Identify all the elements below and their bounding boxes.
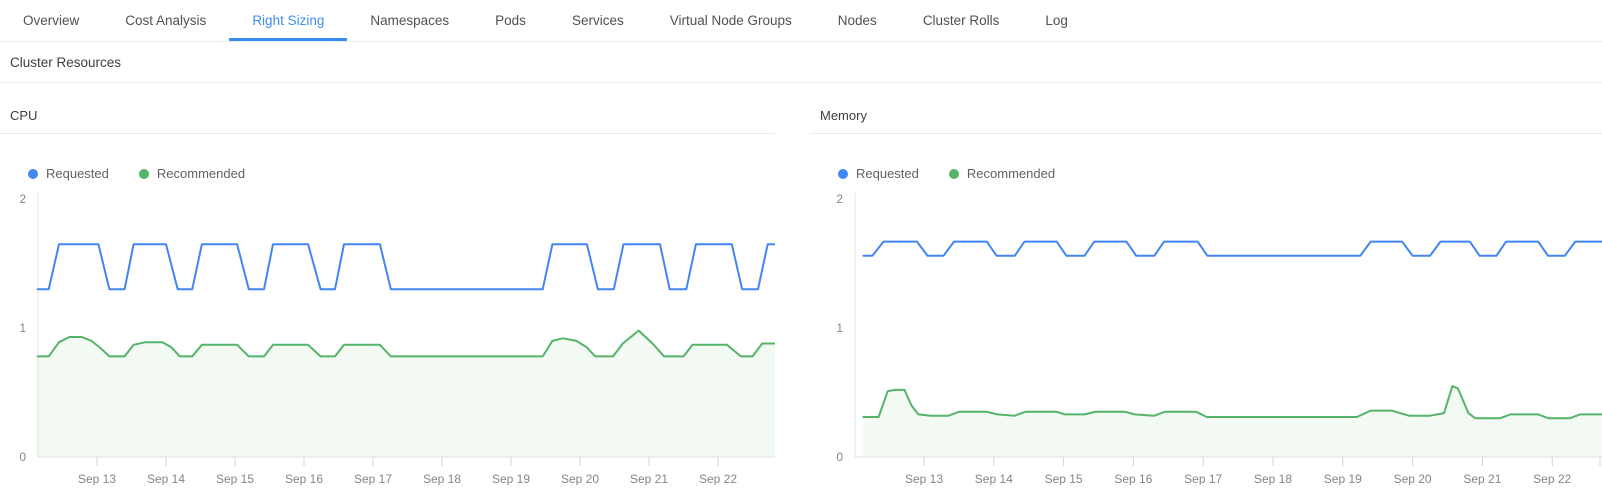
legend-item-requested[interactable]: Requested bbox=[28, 166, 109, 181]
svg-text:Sep 14: Sep 14 bbox=[147, 472, 185, 485]
svg-text:Sep 14: Sep 14 bbox=[975, 472, 1013, 485]
right-sizing-page: OverviewCost AnalysisRight SizingNamespa… bbox=[0, 0, 1602, 488]
legend-item-recommended[interactable]: Recommended bbox=[949, 166, 1055, 181]
memory-chart-legend: Requested Recommended bbox=[838, 166, 1602, 181]
tab-services[interactable]: Services bbox=[549, 0, 647, 41]
svg-text:0: 0 bbox=[19, 450, 26, 464]
svg-text:2: 2 bbox=[836, 192, 843, 206]
tab-overview[interactable]: Overview bbox=[0, 0, 102, 41]
legend-label: Recommended bbox=[967, 166, 1055, 181]
cpu-chart-legend: Requested Recommended bbox=[28, 166, 775, 181]
tab-virtual-node-groups[interactable]: Virtual Node Groups bbox=[647, 0, 815, 41]
tab-log[interactable]: Log bbox=[1022, 0, 1091, 41]
memory-chart-panel: Memory Requested Recommended 2 1 0 Sep 13 Sep… bbox=[810, 99, 1602, 485]
legend-label: Requested bbox=[46, 166, 109, 181]
tab-nodes[interactable]: Nodes bbox=[815, 0, 900, 41]
svg-text:Sep 22: Sep 22 bbox=[699, 472, 737, 485]
legend-label: Recommended bbox=[157, 166, 245, 181]
svg-text:Sep 19: Sep 19 bbox=[492, 472, 530, 485]
svg-text:Sep 15: Sep 15 bbox=[216, 472, 254, 485]
tab-cost-analysis[interactable]: Cost Analysis bbox=[102, 0, 229, 41]
svg-text:Sep 18: Sep 18 bbox=[1254, 472, 1292, 485]
svg-text:Sep 21: Sep 21 bbox=[1463, 472, 1501, 485]
svg-text:Sep 18: Sep 18 bbox=[423, 472, 461, 485]
charts-row: CPU Requested Recommended 2 1 0 Sep 13 Sep 14… bbox=[0, 99, 1602, 485]
tab-pods[interactable]: Pods bbox=[472, 0, 549, 41]
legend-item-recommended[interactable]: Recommended bbox=[139, 166, 245, 181]
tab-bar: OverviewCost AnalysisRight SizingNamespa… bbox=[0, 0, 1602, 42]
svg-text:2: 2 bbox=[19, 192, 26, 206]
svg-text:0: 0 bbox=[836, 450, 843, 464]
section-title: Cluster Resources bbox=[0, 42, 1602, 83]
svg-text:Sep 20: Sep 20 bbox=[1394, 472, 1432, 485]
tab-cluster-rolls[interactable]: Cluster Rolls bbox=[900, 0, 1023, 41]
svg-text:1: 1 bbox=[836, 321, 843, 335]
cpu-chart-title: CPU bbox=[0, 99, 775, 134]
legend-label: Requested bbox=[856, 166, 919, 181]
svg-text:Sep 13: Sep 13 bbox=[78, 472, 116, 485]
memory-line-chart: 2 1 0 Sep 13 Sep 14 Sep 15 Sep 16 Sep 17 Sep 18 S… bbox=[810, 185, 1602, 485]
cpu-chart-panel: CPU Requested Recommended 2 1 0 Sep 13 Sep 14… bbox=[0, 99, 775, 485]
requested-legend-dot bbox=[28, 169, 38, 179]
svg-text:Sep 22: Sep 22 bbox=[1533, 472, 1571, 485]
tab-right-sizing[interactable]: Right Sizing bbox=[229, 0, 347, 41]
svg-text:1: 1 bbox=[19, 321, 26, 335]
requested-legend-dot bbox=[838, 169, 848, 179]
recommended-legend-dot bbox=[139, 169, 149, 179]
svg-text:Sep 20: Sep 20 bbox=[561, 472, 599, 485]
svg-text:Sep 19: Sep 19 bbox=[1324, 472, 1362, 485]
svg-text:Sep 15: Sep 15 bbox=[1045, 472, 1083, 485]
svg-text:Sep 16: Sep 16 bbox=[1114, 472, 1152, 485]
svg-text:Sep 13: Sep 13 bbox=[905, 472, 943, 485]
svg-text:Sep 21: Sep 21 bbox=[630, 472, 668, 485]
legend-item-requested[interactable]: Requested bbox=[838, 166, 919, 181]
recommended-legend-dot bbox=[949, 169, 959, 179]
tab-namespaces[interactable]: Namespaces bbox=[347, 0, 472, 41]
memory-chart-title: Memory bbox=[810, 99, 1602, 134]
svg-text:Sep 17: Sep 17 bbox=[354, 472, 392, 485]
svg-text:Sep 16: Sep 16 bbox=[285, 472, 323, 485]
cpu-line-chart: 2 1 0 Sep 13 Sep 14 Sep 15 Sep 16 Sep 17 Sep 18 S… bbox=[0, 185, 775, 485]
svg-text:Sep 17: Sep 17 bbox=[1184, 472, 1222, 485]
